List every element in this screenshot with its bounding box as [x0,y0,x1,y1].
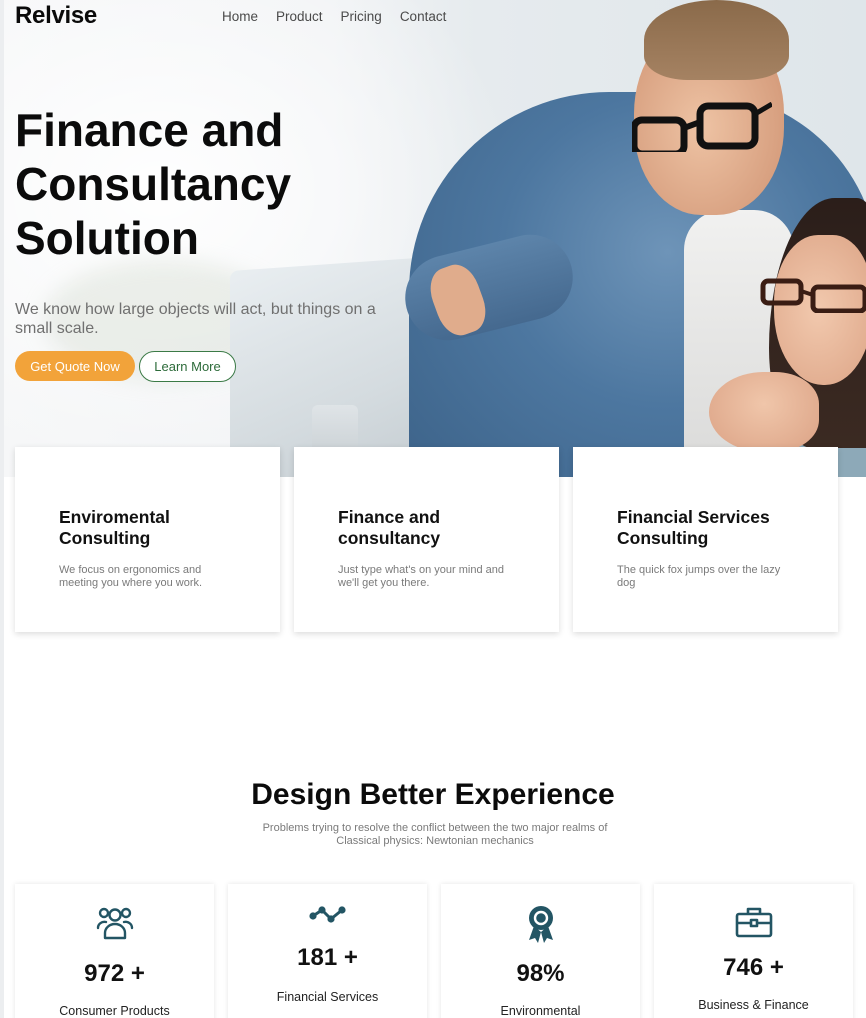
stat-card: 746 + Business & Finance [654,884,853,1018]
nav-product[interactable]: Product [276,9,323,24]
stat-card: 972 + Consumer Products [15,884,214,1018]
section-title: Design Better Experience [251,778,615,811]
service-card-text: We focus on ergonomics and meeting you w… [59,564,203,589]
trend-icon [308,906,346,923]
stat-label: Consumer Products [59,1004,170,1018]
hero-man-glasses [632,102,772,152]
hero-subtitle: We know how large objects will act, but … [15,301,376,337]
hero-title: Finance and Consultancy Solution [15,103,375,265]
stat-label: Financial Services [276,990,379,1004]
nav-home[interactable]: Home [222,9,258,24]
stat-label: Business & Finance [698,998,809,1012]
service-card-text: The quick fox jumps over the lazy dog [617,564,781,589]
service-card[interactable]: Enviromental Consulting We focus on ergo… [15,447,280,632]
hero-man-hair [644,0,789,80]
section-subtitle: Problems trying to resolve the conflict … [262,822,608,847]
hero-title-line: Finance and [15,104,284,156]
brand-logo[interactable]: Relvise [15,2,97,30]
stat-card: 181 + Financial Services [228,884,427,1018]
stat-card: 98% Environmental [441,884,640,1018]
main-nav: Home Product Pricing Contact [222,9,446,24]
nav-pricing[interactable]: Pricing [341,9,382,24]
stat-value: 98% [516,960,565,987]
service-card-title: Enviromental Consulting [59,507,170,548]
hero-woman-hand [709,372,819,452]
hero-title-line: Consultancy [15,158,292,210]
stat-value: 972 + [84,960,145,987]
briefcase-icon [735,907,772,938]
page-left-edge [0,0,4,1018]
hero-woman-glasses [760,278,866,313]
stat-label: Environmental [500,1004,581,1018]
stat-value: 746 + [723,954,784,981]
award-icon [528,906,553,943]
service-card-title: Financial Services Consulting [617,507,770,548]
stat-value: 181 + [297,944,358,971]
users-icon [96,907,133,940]
get-quote-button[interactable]: Get Quote Now [15,351,135,381]
service-card[interactable]: Financial Services Consulting The quick … [573,447,838,632]
hero-title-line: Solution [15,212,199,264]
learn-more-button[interactable]: Learn More [139,351,236,382]
nav-contact[interactable]: Contact [400,9,447,24]
service-card-text: Just type what's on your mind and we'll … [338,564,504,589]
service-card[interactable]: Finance and consultancy Just type what's… [294,447,559,632]
service-card-title: Finance and consultancy [338,507,441,548]
